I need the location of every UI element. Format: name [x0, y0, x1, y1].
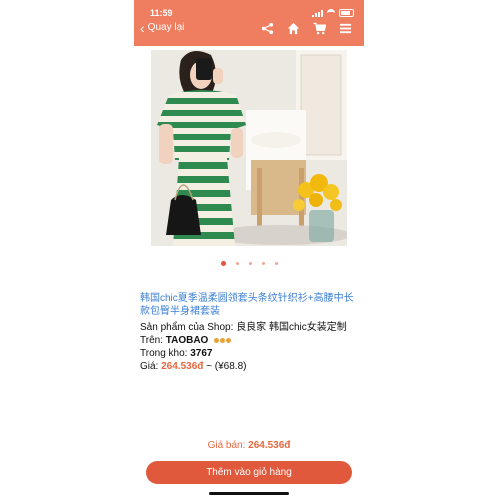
shop-row: Sản phẩm của Shop: 良良家 韩国chic女装定制 — [140, 321, 358, 334]
sale-label: Giá bán: — [207, 440, 246, 451]
share-icon[interactable] — [261, 22, 274, 35]
chevron-left-icon: ‹ — [140, 19, 145, 36]
phone-screen: 11:59 ‹ Quay lại 韩国chic夏季温柔圆领套头条纹针织衫+高腰中… — [134, 0, 364, 499]
product-photo — [151, 50, 347, 246]
menu-icon[interactable] — [339, 22, 352, 35]
home-indicator[interactable] — [209, 492, 289, 495]
pagination-dot[interactable] — [220, 261, 226, 266]
pagination-dot[interactable] — [235, 262, 239, 265]
status-time: 11:59 — [150, 8, 173, 18]
stock-value: 3767 — [190, 348, 213, 359]
source-label: Trên: — [140, 335, 163, 346]
header-actions — [261, 22, 352, 35]
status-icons — [312, 8, 354, 18]
shop-name[interactable]: 良良家 韩国chic女装定制 — [236, 322, 347, 333]
source-name: TAOBAO — [165, 335, 209, 346]
price-cny: ~ (¥68.8) — [206, 361, 247, 372]
sale-price: Giá bán: 264.536đ — [134, 440, 364, 451]
source-row: Trên: TAOBAO — [140, 334, 358, 347]
pagination-dot[interactable] — [261, 262, 265, 265]
add-to-cart-button[interactable]: Thêm vào giỏ hàng — [146, 461, 352, 484]
stock-label: Trong kho: — [140, 348, 188, 359]
shop-label: Sản phẩm của Shop: — [140, 322, 234, 333]
battery-icon — [339, 9, 354, 17]
coin-rating-icon — [214, 337, 232, 343]
sale-value: 264.536đ — [248, 440, 291, 451]
pagination-dot[interactable] — [248, 262, 252, 265]
back-label: Quay lại — [147, 22, 185, 33]
back-button[interactable]: ‹ Quay lại — [140, 19, 185, 36]
product-info: Sản phẩm của Shop: 良良家 韩国chic女装定制 Trên: … — [140, 321, 358, 373]
cart-icon[interactable] — [313, 22, 326, 35]
stock-row: Trong kho: 3767 — [140, 347, 358, 360]
price-value: 264.536đ — [161, 361, 204, 372]
gallery-pagination — [134, 261, 364, 266]
product-image[interactable] — [151, 50, 347, 246]
header-bar: 11:59 ‹ Quay lại — [134, 0, 364, 46]
price-row: Giá: 264.536đ ~ (¥68.8) — [140, 360, 358, 373]
wifi-icon — [327, 8, 335, 18]
price-label: Giá: — [140, 361, 159, 372]
pagination-dot[interactable] — [274, 262, 278, 265]
product-title[interactable]: 韩国chic夏季温柔圆领套头条纹针织衫+高腰中长款包臀半身裙套装 — [140, 292, 355, 318]
home-icon[interactable] — [287, 22, 300, 35]
signal-icon — [312, 9, 323, 17]
